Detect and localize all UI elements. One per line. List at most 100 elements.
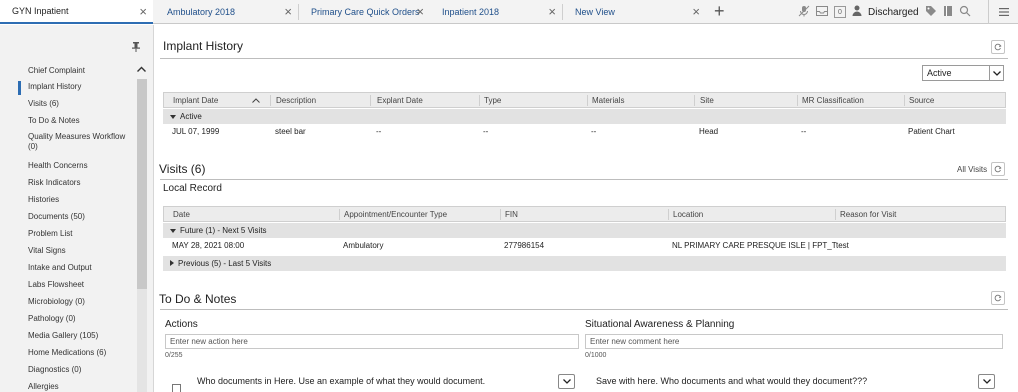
situational-label: Situational Awareness & Planning: [585, 319, 735, 330]
sidebar-item-documents[interactable]: Documents (50): [28, 212, 136, 222]
actions-char-counter: 0/255: [165, 352, 183, 359]
new-comment-input[interactable]: Enter new comment here: [585, 334, 1003, 349]
sidebar-item-pathology[interactable]: Pathology (0): [28, 314, 136, 324]
sidebar-item-vital-signs[interactable]: Vital Signs: [28, 246, 136, 256]
add-tab-icon[interactable]: +: [714, 1, 725, 22]
column-divider: [904, 95, 905, 106]
column-header[interactable]: Materials: [592, 96, 624, 105]
tab-new-view[interactable]: New View ×: [563, 0, 706, 24]
implant-status-filter[interactable]: Active: [922, 65, 1004, 81]
tab-inpatient-2018[interactable]: Inpatient 2018 ×: [430, 0, 562, 24]
close-icon[interactable]: ×: [284, 5, 292, 18]
sidebar-item-health-concerns[interactable]: Health Concerns: [28, 161, 136, 171]
section-divider: [160, 309, 1008, 310]
tag-icon[interactable]: [925, 5, 937, 20]
visits-group-previous[interactable]: Previous (5) - Last 5 Visits: [163, 256, 1006, 271]
tab-label: Inpatient 2018: [442, 7, 500, 17]
badge-count[interactable]: 0: [834, 6, 846, 18]
column-divider: [668, 209, 669, 220]
sidebar-item-microbiology[interactable]: Microbiology (0): [28, 297, 136, 307]
comment-menu-button[interactable]: [978, 374, 995, 389]
main-content: Implant History Active Implant Date Desc…: [155, 25, 1018, 392]
action-menu-button[interactable]: [558, 374, 575, 389]
active-indicator: [18, 81, 21, 95]
all-visits-link[interactable]: All Visits: [957, 165, 987, 174]
new-action-input[interactable]: Enter new action here: [165, 334, 579, 349]
sidebar-item-visits[interactable]: Visits (6): [28, 99, 136, 109]
sidebar-item-intake-output[interactable]: Intake and Output: [28, 263, 136, 273]
implant-group-active[interactable]: Active: [163, 109, 1006, 124]
close-icon[interactable]: ×: [139, 5, 147, 18]
close-icon[interactable]: ×: [692, 5, 700, 18]
mr-classification-cell: --: [801, 127, 807, 136]
sidebar-item-todo-notes[interactable]: To Do & Notes: [28, 116, 136, 126]
menu-icon[interactable]: [988, 0, 1018, 24]
column-header[interactable]: Reason for Visit: [840, 210, 896, 219]
source-cell: Patient Chart: [908, 127, 955, 136]
column-header[interactable]: Source: [909, 96, 934, 105]
search-icon[interactable]: [959, 5, 971, 20]
implant-table-header: Implant Date Description Explant Date Ty…: [163, 92, 1006, 108]
inbox-icon[interactable]: [816, 5, 828, 19]
implant-date-cell: JUL 07, 1999: [172, 127, 220, 136]
column-header[interactable]: Type: [484, 96, 501, 105]
action-checkbox[interactable]: [172, 384, 181, 392]
column-header[interactable]: Location: [673, 210, 703, 219]
toolbar-icons: 0 Discharged: [798, 0, 971, 24]
column-header[interactable]: Date: [173, 210, 190, 219]
sidebar-item-home-medications[interactable]: Home Medications (6): [28, 348, 136, 358]
sidebar-item-labs-flowsheet[interactable]: Labs Flowsheet: [28, 280, 136, 290]
fin-cell: 277986154: [504, 241, 545, 250]
placeholder: Enter new action here: [170, 337, 248, 346]
visits-group-future[interactable]: Future (1) - Next 5 Visits: [163, 223, 1006, 238]
refresh-icon[interactable]: [991, 162, 1005, 176]
column-header[interactable]: FIN: [505, 210, 518, 219]
column-header[interactable]: Appointment/Encounter Type: [344, 210, 447, 219]
refresh-icon[interactable]: [991, 40, 1005, 54]
close-icon[interactable]: ×: [416, 5, 424, 18]
column-divider: [500, 209, 501, 220]
close-icon[interactable]: ×: [548, 5, 556, 18]
sidebar-item-media-gallery[interactable]: Media Gallery (105): [28, 331, 136, 341]
encounter-type-cell: Ambulatory: [343, 241, 384, 250]
description-cell: steel bar: [275, 127, 306, 136]
sidebar-item-problem-list[interactable]: Problem List: [28, 229, 136, 239]
sidebar-item-histories[interactable]: Histories: [28, 195, 136, 205]
column-divider: [479, 95, 480, 106]
sidebar-item-quality-measures[interactable]: Quality Measures Workflow (0): [28, 132, 128, 152]
section-divider: [160, 179, 1008, 180]
tab-label: Primary Care Quick Orders: [311, 7, 420, 17]
column-header[interactable]: MR Classification: [802, 96, 864, 105]
sidebar-item-risk-indicators[interactable]: Risk Indicators: [28, 178, 136, 188]
sidebar-item-diagnostics[interactable]: Diagnostics (0): [28, 365, 136, 375]
group-label: Previous (5) - Last 5 Visits: [178, 259, 272, 268]
refresh-icon[interactable]: [991, 291, 1005, 305]
sidebar-item-chief-complaint[interactable]: Chief Complaint: [28, 66, 136, 76]
tab-gyn-inpatient[interactable]: GYN Inpatient ×: [0, 0, 153, 24]
tab-label: GYN Inpatient: [12, 6, 69, 16]
column-header[interactable]: Implant Date: [173, 96, 218, 105]
table-row[interactable]: JUL 07, 1999 steel bar -- -- -- Head -- …: [163, 124, 1006, 140]
comment-char-counter: 0/1000: [585, 352, 607, 359]
column-header[interactable]: Explant Date: [377, 96, 423, 105]
column-header[interactable]: Description: [276, 96, 316, 105]
tab-primary-care-quick-orders[interactable]: Primary Care Quick Orders ×: [299, 0, 430, 24]
column-divider: [797, 95, 798, 106]
microphone-icon[interactable]: [798, 5, 810, 20]
sort-up-icon[interactable]: [252, 96, 260, 105]
table-row[interactable]: MAY 28, 2021 08:00 Ambulatory 277986154 …: [163, 238, 1006, 254]
sidebar-item-allergies[interactable]: Allergies: [28, 382, 136, 392]
collapse-up-icon[interactable]: [137, 64, 146, 74]
pin-icon[interactable]: [132, 42, 140, 55]
group-label: Future (1) - Next 5 Visits: [180, 226, 267, 235]
book-icon[interactable]: [943, 5, 953, 20]
selected-value: Active: [927, 68, 952, 78]
tab-ambulatory-2018[interactable]: Ambulatory 2018 ×: [155, 0, 298, 24]
sidebar-scroll-thumb[interactable]: [137, 79, 147, 289]
materials-cell: --: [591, 127, 597, 136]
action-item-text[interactable]: Who documents in Here. Use an example of…: [197, 376, 485, 386]
comment-item-text[interactable]: Save with here. Who documents and what w…: [596, 376, 867, 386]
discharged-status: Discharged: [868, 6, 919, 18]
column-header[interactable]: Site: [700, 96, 714, 105]
sidebar-item-implant-history[interactable]: Implant History: [28, 82, 136, 92]
